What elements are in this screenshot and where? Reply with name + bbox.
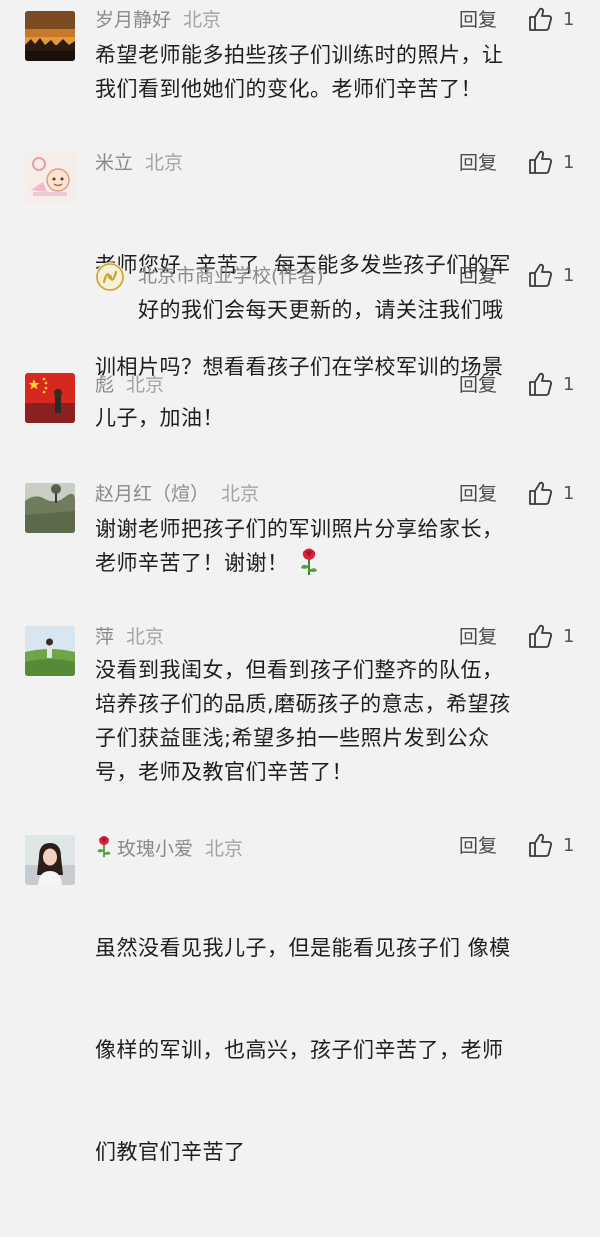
- like-count: 1: [563, 152, 575, 173]
- flag-avatar-icon[interactable]: [25, 373, 75, 423]
- comment-author-name[interactable]: 玫瑰小爱: [117, 838, 193, 860]
- comment-text-line: 虽然没看见我儿子，但是能看见孩子们 像模: [95, 936, 511, 960]
- reply-button[interactable]: 回复: [459, 482, 497, 506]
- comment-author-line: 米立 北京: [95, 151, 183, 175]
- comment-text-line: 谢谢老师把孩子们的军训照片分享给家长，: [95, 517, 504, 541]
- comment-text: 希望老师能多拍些孩子们训练时的照片，让 我们看到他她们的变化。老师们辛苦了！: [95, 38, 504, 106]
- like-count: 1: [563, 626, 575, 647]
- comment-location: 北京: [205, 838, 244, 860]
- school-logo-icon[interactable]: [95, 262, 125, 292]
- thumbs-up-icon: [529, 263, 553, 287]
- thumbs-up-icon: [529, 624, 553, 648]
- like-button[interactable]: 1: [527, 480, 577, 508]
- rose-emoji-icon: [97, 836, 111, 858]
- comment-text-line: 我们看到他她们的变化。老师们辛苦了！: [95, 77, 482, 101]
- comment-text-line: 子们获益匪浅;希望多拍一些照片发到公众: [95, 726, 490, 750]
- comment-author-line: 萍北京: [95, 625, 164, 649]
- comment-author-name[interactable]: 萍: [95, 626, 114, 648]
- thumbs-up-icon: [529, 372, 553, 396]
- portrait-avatar-icon[interactable]: [25, 835, 75, 885]
- thumbs-up-icon: [529, 833, 553, 857]
- landscape-avatar-icon[interactable]: [25, 483, 75, 533]
- like-count: 1: [563, 483, 575, 504]
- reply-author-name[interactable]: 北京市商业学校(作者): [138, 265, 324, 287]
- like-count: 1: [563, 265, 575, 286]
- thumbs-up-icon: [529, 481, 553, 505]
- reply-button[interactable]: 回复: [459, 373, 497, 397]
- reply-button[interactable]: 回复: [459, 834, 497, 858]
- comment-text-line: 儿子，加油！: [95, 406, 224, 430]
- like-count: 1: [563, 374, 575, 395]
- rose-emoji-icon: [300, 548, 317, 575]
- comment-author-name[interactable]: 米立: [95, 152, 133, 174]
- comment-author-name[interactable]: 赵月红（煊）: [95, 483, 209, 505]
- sunset-avatar-icon[interactable]: [25, 11, 75, 61]
- reply-text: 好的我们会每天更新的，请关注我们哦: [138, 298, 504, 322]
- comment-author-line: 彪北京: [95, 373, 164, 397]
- comment-location: 北京: [126, 626, 165, 648]
- comment-text-line: 们教官们辛苦了: [95, 1140, 246, 1164]
- comment-text-line: 没看到我闺女，但看到孩子们整齐的队伍，: [95, 658, 504, 682]
- comment-text: 虽然没看见我儿子，但是能看见孩子们 像模 像样的军训，也高兴，孩子们辛苦了，老师…: [95, 863, 511, 1237]
- like-count: 1: [563, 835, 575, 856]
- reply-button[interactable]: 回复: [459, 151, 497, 175]
- like-button[interactable]: 1: [527, 623, 577, 651]
- reply-button[interactable]: 回复: [459, 625, 497, 649]
- like-button[interactable]: 1: [527, 149, 577, 177]
- comment-location: 北京: [183, 9, 222, 31]
- comment-text-line-with-emoji: 老师辛苦了！谢谢！: [95, 546, 504, 580]
- comment-text-line: 号，老师及教官们辛苦了！: [95, 760, 353, 784]
- comment-text: 儿子，加油！: [95, 401, 224, 435]
- comment-author-line: 岁月静好 北京: [95, 8, 221, 32]
- comment-author-name[interactable]: 彪: [95, 374, 114, 396]
- comment-location: 北京: [221, 483, 260, 505]
- like-button[interactable]: 1: [527, 6, 577, 34]
- cartoon-avatar-icon[interactable]: [25, 152, 75, 202]
- like-count: 1: [563, 9, 575, 30]
- like-button[interactable]: 1: [527, 832, 577, 860]
- comment-location: 北京: [126, 374, 165, 396]
- comment-text-line: 像样的军训，也高兴，孩子们辛苦了，老师: [95, 1038, 504, 1062]
- comment-author-line: 玫瑰小爱 北京: [95, 834, 243, 861]
- comment-text: 没看到我闺女，但看到孩子们整齐的队伍， 培养孩子们的品质,磨砺孩子的意志，希望孩…: [95, 653, 511, 789]
- like-button[interactable]: 1: [527, 371, 577, 399]
- thumbs-up-icon: [529, 150, 553, 174]
- comment-text-line: 老师辛苦了！谢谢！: [95, 551, 289, 575]
- thumbs-up-icon: [529, 7, 553, 31]
- reply-author-line: 北京市商业学校(作者): [138, 264, 324, 288]
- reply-button[interactable]: 回复: [459, 8, 497, 32]
- comment-location: 北京: [145, 152, 184, 174]
- comment-list: 岁月静好 北京 回复 1 希望老师能多拍些孩子们训练时的照片，让 我们看到他她们的…: [0, 0, 600, 1164]
- like-button[interactable]: 1: [527, 262, 577, 290]
- comment-text-line: 希望老师能多拍些孩子们训练时的照片，让: [95, 43, 504, 67]
- comment-author-line: 赵月红（煊） 北京: [95, 482, 259, 506]
- reply-button[interactable]: 回复: [459, 264, 497, 288]
- field-avatar-icon[interactable]: [25, 626, 75, 676]
- comment-text: 谢谢老师把孩子们的军训照片分享给家长， 老师辛苦了！谢谢！: [95, 512, 504, 580]
- comment-text-line: 培养孩子们的品质,磨砺孩子的意志，希望孩: [95, 692, 511, 716]
- comment-author-name[interactable]: 岁月静好: [95, 9, 171, 31]
